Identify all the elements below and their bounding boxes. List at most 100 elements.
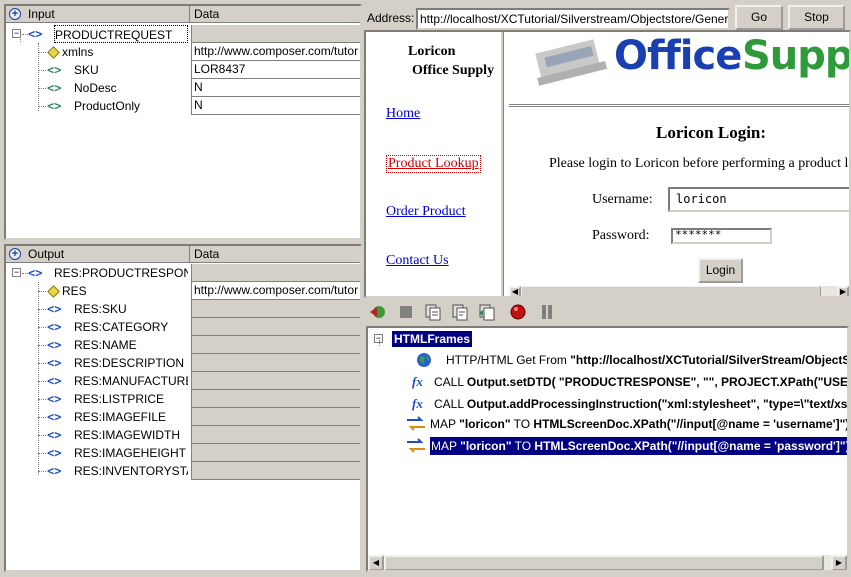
logo-supply-text: Supply — [742, 33, 851, 79]
tree-row[interactable]: − <> PRODUCTREQUEST — [6, 25, 360, 43]
tree-row[interactable]: <> RES:IMAGEFILE — [6, 408, 360, 426]
tree-row[interactable]: <> SKU LOR8437 — [6, 61, 360, 79]
scroll-thumb[interactable] — [521, 286, 821, 296]
tree-node-label: RES:DESCRIPTION — [74, 356, 185, 370]
tree-row[interactable]: xmlns http://www.composer.com/tutor — [6, 43, 360, 61]
nav-order-product-link[interactable]: Order Product — [386, 204, 466, 220]
element-tag-icon: <> — [47, 320, 62, 334]
tree-row[interactable]: <> RES:SKU — [6, 300, 360, 318]
stop-button[interactable]: Stop — [788, 5, 845, 30]
tree-node-value[interactable] — [191, 372, 360, 390]
tree-row[interactable]: <> ProductOnly N — [6, 97, 360, 115]
element-tag-icon: <> — [47, 338, 62, 352]
element-tag-icon: <> — [28, 27, 43, 41]
password-input[interactable]: ******* — [671, 228, 772, 244]
tree-node-value[interactable] — [191, 444, 360, 462]
function-icon: fx — [412, 374, 423, 389]
frame-divider[interactable] — [500, 32, 504, 296]
browser-hscrollbar[interactable]: ◀ ▶ — [509, 286, 849, 296]
tree-row[interactable]: <> RES:MANUFACTURER — [6, 372, 360, 390]
step-into-icon[interactable] — [424, 303, 442, 321]
scroll-right-icon[interactable]: ▶ — [831, 555, 847, 570]
address-label: Address: — [367, 11, 415, 25]
browser-view: Loricon Office Supply Home Product Looku… — [364, 30, 851, 298]
site-name-line2: Office Supply — [412, 63, 495, 78]
login-button[interactable]: Login — [698, 258, 743, 283]
nav-home-link[interactable]: Home — [386, 106, 420, 122]
element-tag-icon: <> — [47, 446, 62, 460]
step-over-icon[interactable] — [451, 303, 469, 321]
tree-node-label: RES:CATEGORY — [74, 320, 169, 334]
breakpoint-icon[interactable] — [509, 303, 527, 321]
trace-panel: − HTMLFrames HTTP/HTML Get From "http://… — [366, 326, 849, 572]
tree-node-label: xmlns — [62, 45, 94, 59]
step-out-icon[interactable] — [478, 303, 496, 321]
scroll-left-icon[interactable]: ◀ — [368, 555, 384, 570]
login-prompt: Please login to Loricon before performin… — [549, 156, 849, 171]
tree-node-value[interactable]: http://www.composer.com/tutor — [191, 282, 360, 300]
tree-node-value[interactable] — [191, 300, 360, 318]
trace-hscrollbar[interactable]: ◀ ▶ — [368, 554, 847, 570]
address-input[interactable]: http://localhost/XCTutorial/Silverstream… — [416, 8, 730, 30]
tree-node-value[interactable] — [191, 408, 360, 426]
username-label: Username: — [592, 192, 653, 207]
site-name: Loricon Office Supply — [366, 42, 500, 80]
tree-row[interactable]: RES http://www.composer.com/tutor — [6, 282, 360, 300]
function-icon: fx — [412, 396, 423, 411]
scroll-right-icon[interactable]: ▶ — [837, 286, 849, 296]
tree-node-label: RES:MANUFACTURER — [74, 374, 188, 388]
element-tag-icon: <> — [47, 99, 62, 113]
tree-node-value[interactable] — [191, 462, 360, 480]
tree-node-value[interactable]: N — [191, 97, 360, 115]
run-icon[interactable] — [368, 303, 386, 321]
collapse-icon[interactable]: − — [12, 268, 21, 277]
tree-node-value[interactable] — [191, 426, 360, 444]
tree-row[interactable]: <> RES:IMAGEWIDTH — [6, 426, 360, 444]
output-col-name: Output — [6, 246, 190, 263]
tree-node-value[interactable] — [191, 318, 360, 336]
tree-node-value[interactable]: LOR8437 — [191, 61, 360, 79]
nav-contact-us-link[interactable]: Contact Us — [386, 253, 449, 269]
go-button[interactable]: Go — [735, 5, 783, 30]
tree-node-value[interactable] — [191, 354, 360, 372]
tree-row[interactable]: <> RES:CATEGORY — [6, 318, 360, 336]
trace-line-target: HTMLScreenDoc.XPath("//input[@name = 'pa… — [534, 439, 849, 453]
tree-node-value[interactable] — [191, 390, 360, 408]
tree-row[interactable]: <> RES:DESCRIPTION — [6, 354, 360, 372]
content-rule — [509, 104, 849, 107]
tree-row[interactable]: <> RES:LISTPRICE — [6, 390, 360, 408]
scroll-thumb[interactable] — [384, 555, 824, 570]
tree-node-label: RES:SKU — [74, 302, 127, 316]
globe-icon — [417, 353, 431, 367]
stop-icon[interactable] — [397, 303, 415, 321]
tree-node-value[interactable] — [191, 336, 360, 354]
tree-node-value[interactable]: N — [191, 79, 360, 97]
tree-node-label: RES:IMAGEWIDTH — [74, 428, 181, 442]
tree-node-value[interactable] — [191, 25, 360, 43]
username-input[interactable]: loricon — [668, 187, 849, 212]
tree-node-label: RES:IMAGEFILE — [74, 410, 167, 424]
nav-product-lookup-link[interactable]: Product Lookup — [386, 155, 481, 173]
input-col-name: Input — [6, 6, 190, 23]
tree-node-label: RES:LISTPRICE — [74, 392, 165, 406]
trace-line-mid: TO — [511, 439, 535, 453]
tree-row[interactable]: <> RES:NAME — [6, 336, 360, 354]
tree-node-value[interactable] — [191, 264, 360, 282]
tree-row[interactable]: <> RES:IMAGEHEIGHT — [6, 444, 360, 462]
input-header: + Input Data — [6, 6, 360, 23]
element-tag-icon: <> — [47, 428, 62, 442]
tree-node-label: RES:PRODUCTRESPONSE — [54, 266, 188, 280]
tree-row[interactable]: <> RES:INVENTORYSTATUS — [6, 462, 360, 480]
scroll-left-icon[interactable]: ◀ — [509, 286, 521, 296]
trace-line-target: HTMLScreenDoc.XPath("//input[@name = 'us… — [533, 417, 849, 431]
trace-line-prefix: CALL — [434, 375, 467, 389]
trace-line-selected[interactable]: MAP "loricon" TO HTMLScreenDoc.XPath("//… — [406, 436, 849, 456]
tree-node-value[interactable]: http://www.composer.com/tutor — [191, 43, 360, 61]
input-tree-panel: + Input Data − <> PRODUCTREQUEST xmlns h… — [4, 4, 362, 240]
office-supply-logo: Office Supply — [534, 32, 849, 88]
element-tag-icon: <> — [47, 374, 62, 388]
collapse-icon[interactable]: − — [12, 29, 21, 38]
tree-row[interactable]: <> NoDesc N — [6, 79, 360, 97]
pause-icon[interactable] — [538, 303, 556, 321]
tree-row[interactable]: −<> RES:PRODUCTRESPONSE — [6, 264, 360, 282]
